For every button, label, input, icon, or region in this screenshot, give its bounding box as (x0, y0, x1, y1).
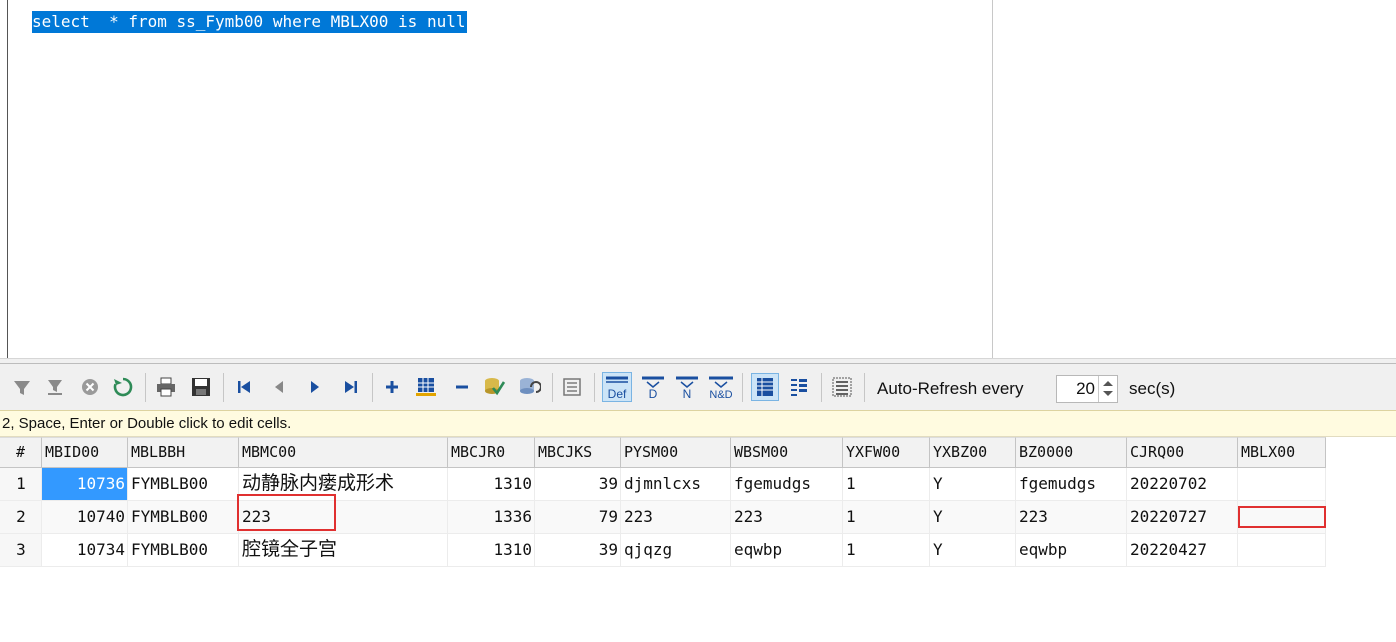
cancel-icon[interactable] (78, 375, 102, 399)
save-icon[interactable] (189, 375, 213, 399)
cell-mbcjks[interactable]: 39 (535, 534, 621, 567)
sql-editor[interactable]: select * from ss_Fymb00 where MBLX00 is … (0, 0, 1396, 358)
cell-bz0000[interactable]: 223 (1016, 501, 1127, 534)
edit-hint-bar: 2, Space, Enter or Double click to edit … (0, 410, 1396, 437)
svg-text:Def: Def (608, 387, 627, 401)
column-header-mbmc00[interactable]: MBMC00 (239, 437, 448, 468)
row-number-cell: 2 (0, 501, 42, 534)
cell-mbcjr0[interactable]: 1310 (448, 534, 535, 567)
cell-mblx00[interactable] (1238, 468, 1326, 501)
delete-row-icon[interactable] (450, 375, 474, 399)
column-header-yxfw00[interactable]: YXFW00 (843, 437, 930, 468)
cell-mblx00[interactable] (1238, 534, 1326, 567)
add-row-icon[interactable] (380, 375, 404, 399)
cell-yxfw00[interactable]: 1 (843, 468, 930, 501)
cell-mblbbh[interactable]: FYMBLB00 (128, 501, 239, 534)
refresh-interval-spinner[interactable]: 20 (1056, 375, 1118, 403)
d-icon[interactable]: D (638, 372, 668, 402)
grid-view-icon[interactable] (751, 373, 779, 401)
row-number-cell: 3 (0, 534, 42, 567)
cell-cjrq00[interactable]: 20220427 (1127, 534, 1238, 567)
column-header-mbid00[interactable]: MBID00 (42, 437, 128, 468)
column-header-pysm00[interactable]: PYSM00 (621, 437, 731, 468)
highlight-box-mblx00 (1238, 506, 1326, 528)
cell-mbcjks[interactable]: 39 (535, 468, 621, 501)
cell-bz0000[interactable]: fgemudgs (1016, 468, 1127, 501)
refresh-interval-value[interactable]: 20 (1076, 378, 1095, 400)
cell-yxfw00[interactable]: 1 (843, 501, 930, 534)
sql-text-selected[interactable]: select * from ss_Fymb00 where MBLX00 is … (32, 11, 468, 33)
cell-cjrq00[interactable]: 20220727 (1127, 501, 1238, 534)
cell-yxbz00[interactable]: Y (930, 468, 1016, 501)
nd-icon[interactable]: N&D (706, 372, 736, 402)
column-header-wbsm00[interactable]: WBSM00 (731, 437, 843, 468)
print-icon[interactable] (154, 375, 178, 399)
last-record-icon[interactable] (339, 375, 363, 399)
editor-right-divider (992, 0, 993, 358)
spinner-up-icon[interactable] (1103, 381, 1113, 386)
cell-pysm00[interactable]: 223 (621, 501, 731, 534)
cell-mbid00[interactable]: 10734 (42, 534, 128, 567)
spinner-buttons[interactable] (1098, 376, 1117, 402)
cell-pysm00[interactable]: djmnlcxs (621, 468, 731, 501)
cell-bz0000[interactable]: eqwbp (1016, 534, 1127, 567)
prev-record-icon[interactable] (267, 375, 291, 399)
cell-wbsm00[interactable]: fgemudgs (731, 468, 843, 501)
highlight-box-mbmc00 (237, 494, 336, 531)
cell-mbid00[interactable]: 10736 (42, 468, 128, 501)
column-header-yxbz00[interactable]: YXBZ00 (930, 437, 1016, 468)
column-header-mblx00[interactable]: MBLX00 (1238, 437, 1326, 468)
result-toolbar: Def D N N&D (0, 364, 1396, 410)
cell-wbsm00[interactable]: 223 (731, 501, 843, 534)
svg-text:N&D: N&D (709, 389, 732, 401)
filter-clear-icon[interactable] (43, 375, 67, 399)
cell-yxbz00[interactable]: Y (930, 534, 1016, 567)
cell-mbcjks[interactable]: 79 (535, 501, 621, 534)
cancel-edit-icon[interactable] (517, 375, 541, 399)
column-header-cjrq00[interactable]: CJRQ00 (1127, 437, 1238, 468)
cell-cjrq00[interactable]: 20220702 (1127, 468, 1238, 501)
text-view-icon[interactable] (830, 375, 854, 399)
default-icon[interactable]: Def (602, 372, 632, 402)
spinner-down-icon[interactable] (1103, 391, 1113, 396)
auto-refresh-label: Auto-Refresh every (877, 379, 1024, 398)
cell-yxbz00[interactable]: Y (930, 501, 1016, 534)
svg-text:N: N (683, 387, 692, 401)
n-icon[interactable]: N (672, 372, 702, 402)
cell-yxfw00[interactable]: 1 (843, 534, 930, 567)
cell-mblbbh[interactable]: FYMBLB00 (128, 468, 239, 501)
form-view-icon[interactable] (787, 375, 811, 399)
column-header-mbcjks[interactable]: MBCJKS (535, 437, 621, 468)
cell-mblbbh[interactable]: FYMBLB00 (128, 534, 239, 567)
editor-left-border (7, 0, 8, 358)
next-record-icon[interactable] (303, 375, 327, 399)
row-number-cell: 1 (0, 468, 42, 501)
duplicate-row-icon[interactable] (414, 375, 438, 399)
cell-mbcjr0[interactable]: 1310 (448, 468, 535, 501)
svg-text:D: D (649, 387, 658, 401)
cell-pysm00[interactable]: qjqzg (621, 534, 731, 567)
cell-mbid00[interactable]: 10740 (42, 501, 128, 534)
edit-hint-text: 2, Space, Enter or Double click to edit … (2, 415, 292, 432)
filter-icon[interactable] (10, 375, 34, 399)
seconds-label: sec(s) (1129, 379, 1176, 398)
cell-mbcjr0[interactable]: 1336 (448, 501, 535, 534)
cell-wbsm00[interactable]: eqwbp (731, 534, 843, 567)
column-header-bz0000[interactable]: BZ0000 (1016, 437, 1127, 468)
first-record-icon[interactable] (232, 375, 256, 399)
grid-icon[interactable] (560, 375, 584, 399)
cell-mbmc00[interactable]: 腔镜全子宫 (239, 534, 448, 567)
column-header-mbcjr0[interactable]: MBCJR0 (448, 437, 535, 468)
post-icon[interactable] (482, 375, 506, 399)
refresh-icon[interactable] (111, 375, 135, 399)
column-header-rownum[interactable]: # (0, 437, 42, 468)
column-header-mblbbh[interactable]: MBLBBH (128, 437, 239, 468)
